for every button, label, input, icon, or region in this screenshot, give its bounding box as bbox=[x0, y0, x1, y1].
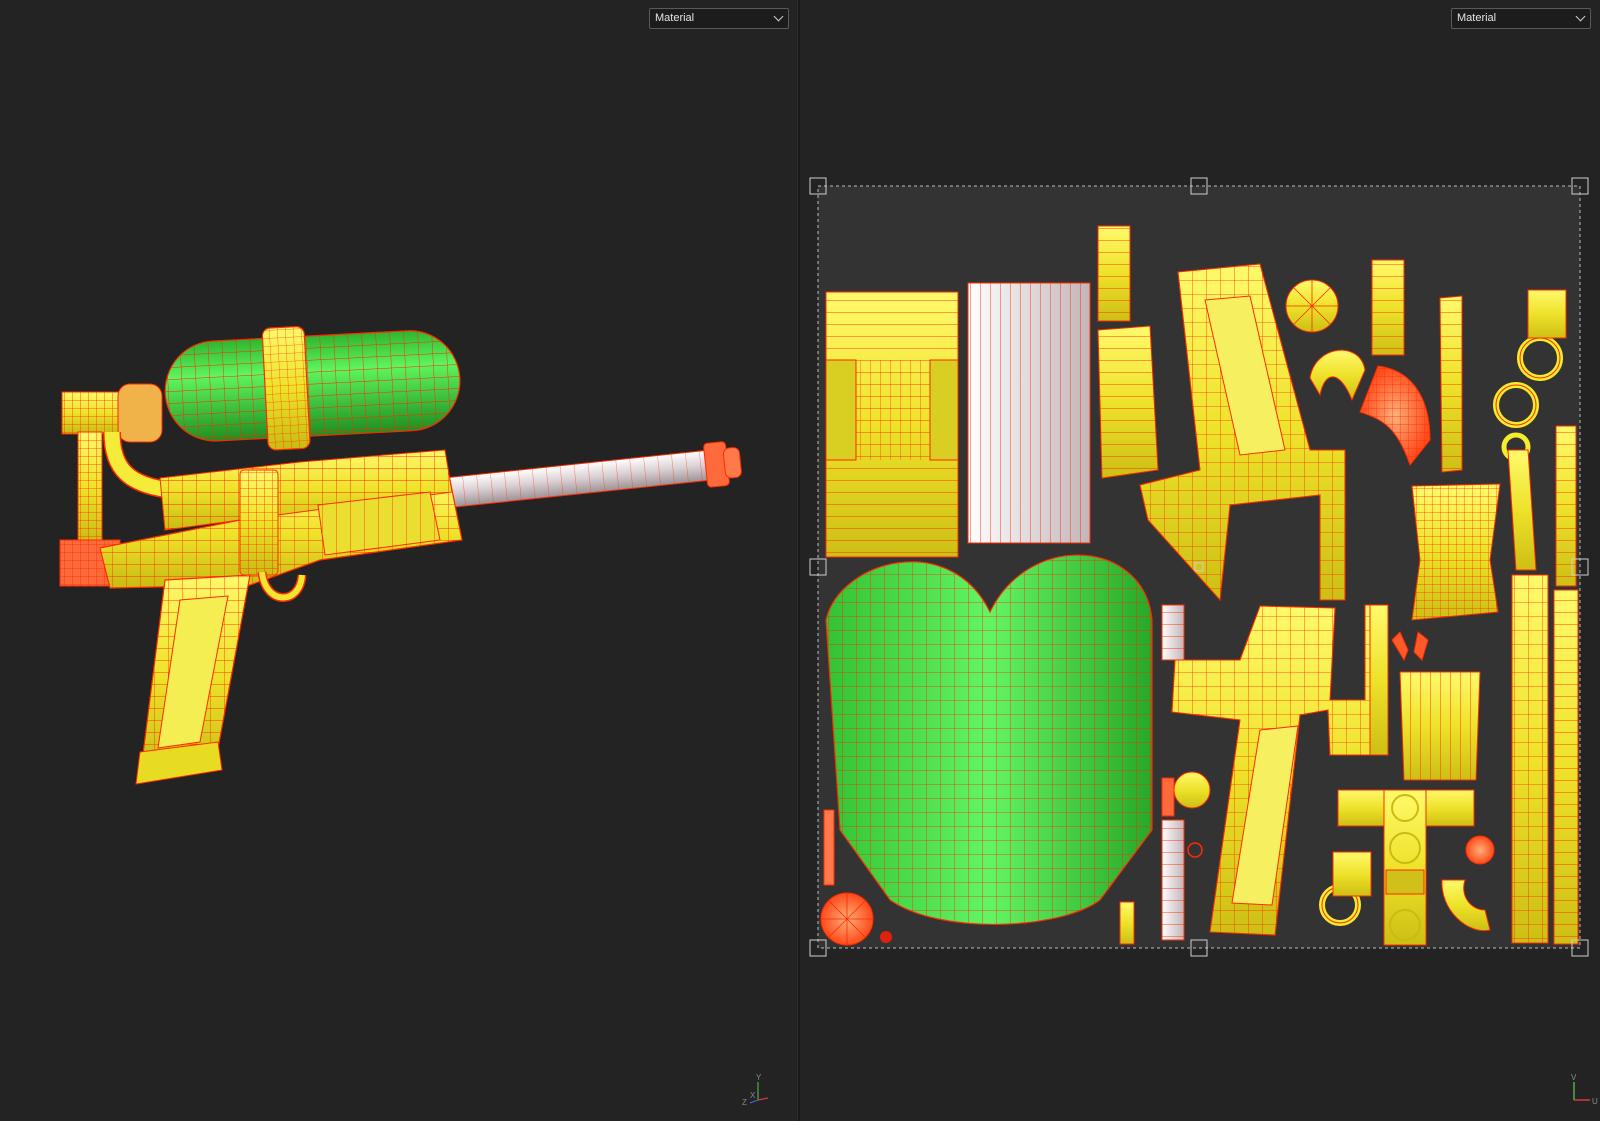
shading-mode-select[interactable]: Material bbox=[649, 8, 789, 29]
uv-layout[interactable] bbox=[800, 0, 1600, 1121]
axis-gizmo-3d: Y Z X bbox=[742, 1073, 769, 1106]
uv-island-tank[interactable] bbox=[825, 554, 1153, 925]
water-tank bbox=[164, 326, 461, 451]
axis-u-label: U bbox=[1592, 1097, 1598, 1106]
shading-mode-value: Material bbox=[655, 12, 695, 24]
uv-shading-mode-select[interactable]: Material bbox=[1451, 8, 1591, 29]
uv-island[interactable] bbox=[967, 282, 1091, 544]
water-gun-model[interactable] bbox=[0, 0, 797, 1121]
chevron-down-icon bbox=[1575, 11, 1586, 22]
uv-island[interactable] bbox=[1097, 225, 1131, 322]
gun-grip bbox=[135, 574, 251, 785]
viewport-3d[interactable]: Material Y Z X bbox=[0, 0, 797, 1121]
axis-y-label: Y bbox=[756, 1073, 762, 1082]
axis-v-label: V bbox=[1571, 1073, 1577, 1082]
gun-body bbox=[99, 449, 463, 602]
viewport-uv[interactable]: Material V U bbox=[800, 0, 1600, 1121]
chevron-down-icon bbox=[773, 11, 784, 22]
uv-island[interactable] bbox=[825, 291, 959, 558]
axis-gizmo-uv: V U bbox=[1571, 1073, 1598, 1106]
axis-z-label: Z bbox=[742, 1098, 747, 1106]
uv-island[interactable] bbox=[1097, 325, 1159, 479]
uv-island[interactable] bbox=[1285, 279, 1339, 333]
uv-shading-mode-value: Material bbox=[1457, 12, 1497, 24]
axis-x-label: X bbox=[750, 1091, 756, 1100]
